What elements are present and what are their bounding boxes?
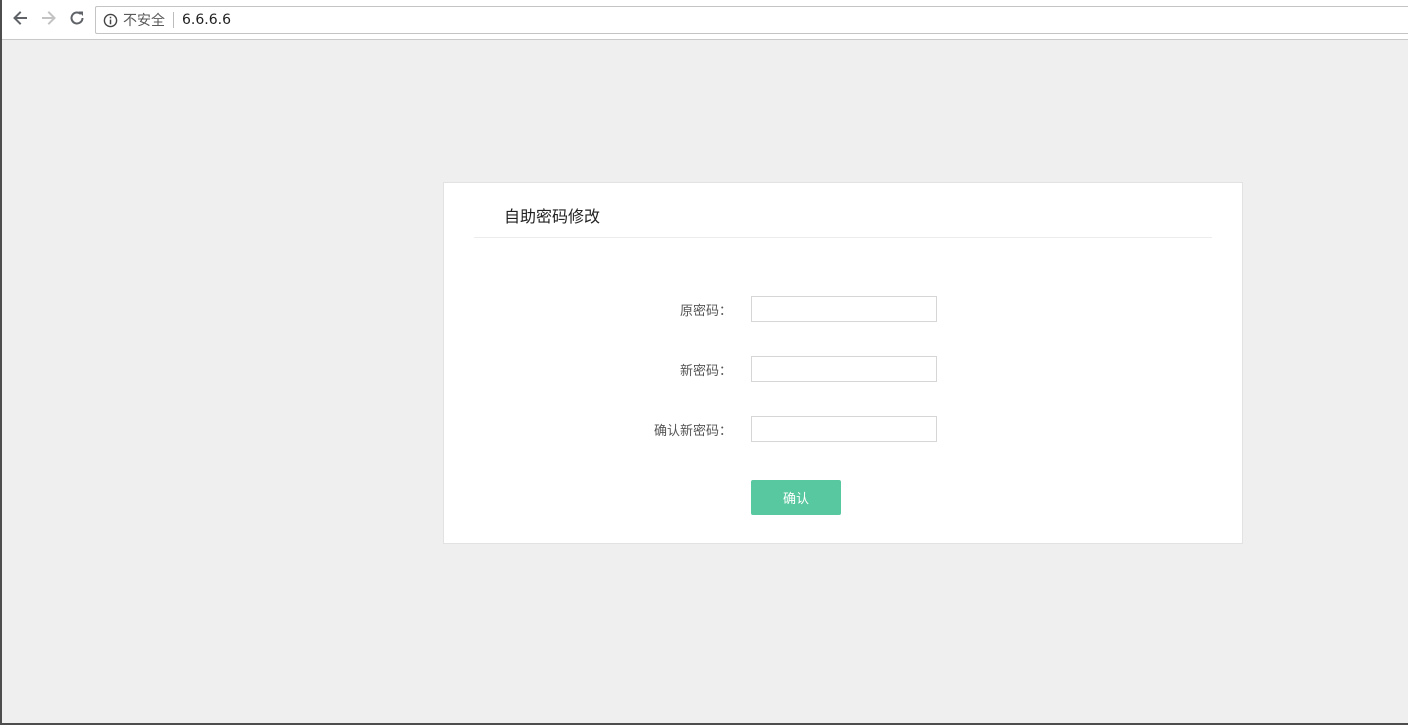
forward-button[interactable] — [38, 9, 60, 31]
address-bar[interactable]: 不安全 6.6.6.6 — [95, 6, 1408, 34]
browser-toolbar: 不安全 6.6.6.6 — [2, 0, 1408, 40]
new-password-label: 新密码： — [679, 364, 732, 379]
arrow-left-icon — [11, 9, 29, 31]
page-title: 自助密码修改 — [504, 207, 601, 226]
confirm-password-input[interactable] — [751, 416, 937, 442]
url-text[interactable]: 6.6.6.6 — [182, 12, 231, 28]
reload-icon — [68, 9, 86, 31]
new-password-input[interactable] — [751, 356, 937, 382]
reload-button[interactable] — [66, 9, 88, 31]
info-icon[interactable] — [102, 12, 118, 28]
password-change-card: 自助密码修改 原密码： 新密码： 确认新密码： 确认 — [443, 182, 1243, 544]
old-password-input[interactable] — [751, 296, 937, 322]
address-bar-divider — [173, 12, 174, 28]
security-status-label[interactable]: 不安全 — [123, 10, 165, 30]
old-password-label: 原密码： — [679, 304, 732, 319]
title-divider — [474, 237, 1212, 238]
confirm-button[interactable]: 确认 — [751, 480, 841, 515]
confirm-password-label: 确认新密码： — [653, 424, 732, 439]
arrow-right-icon — [40, 9, 58, 31]
back-button[interactable] — [9, 9, 31, 31]
